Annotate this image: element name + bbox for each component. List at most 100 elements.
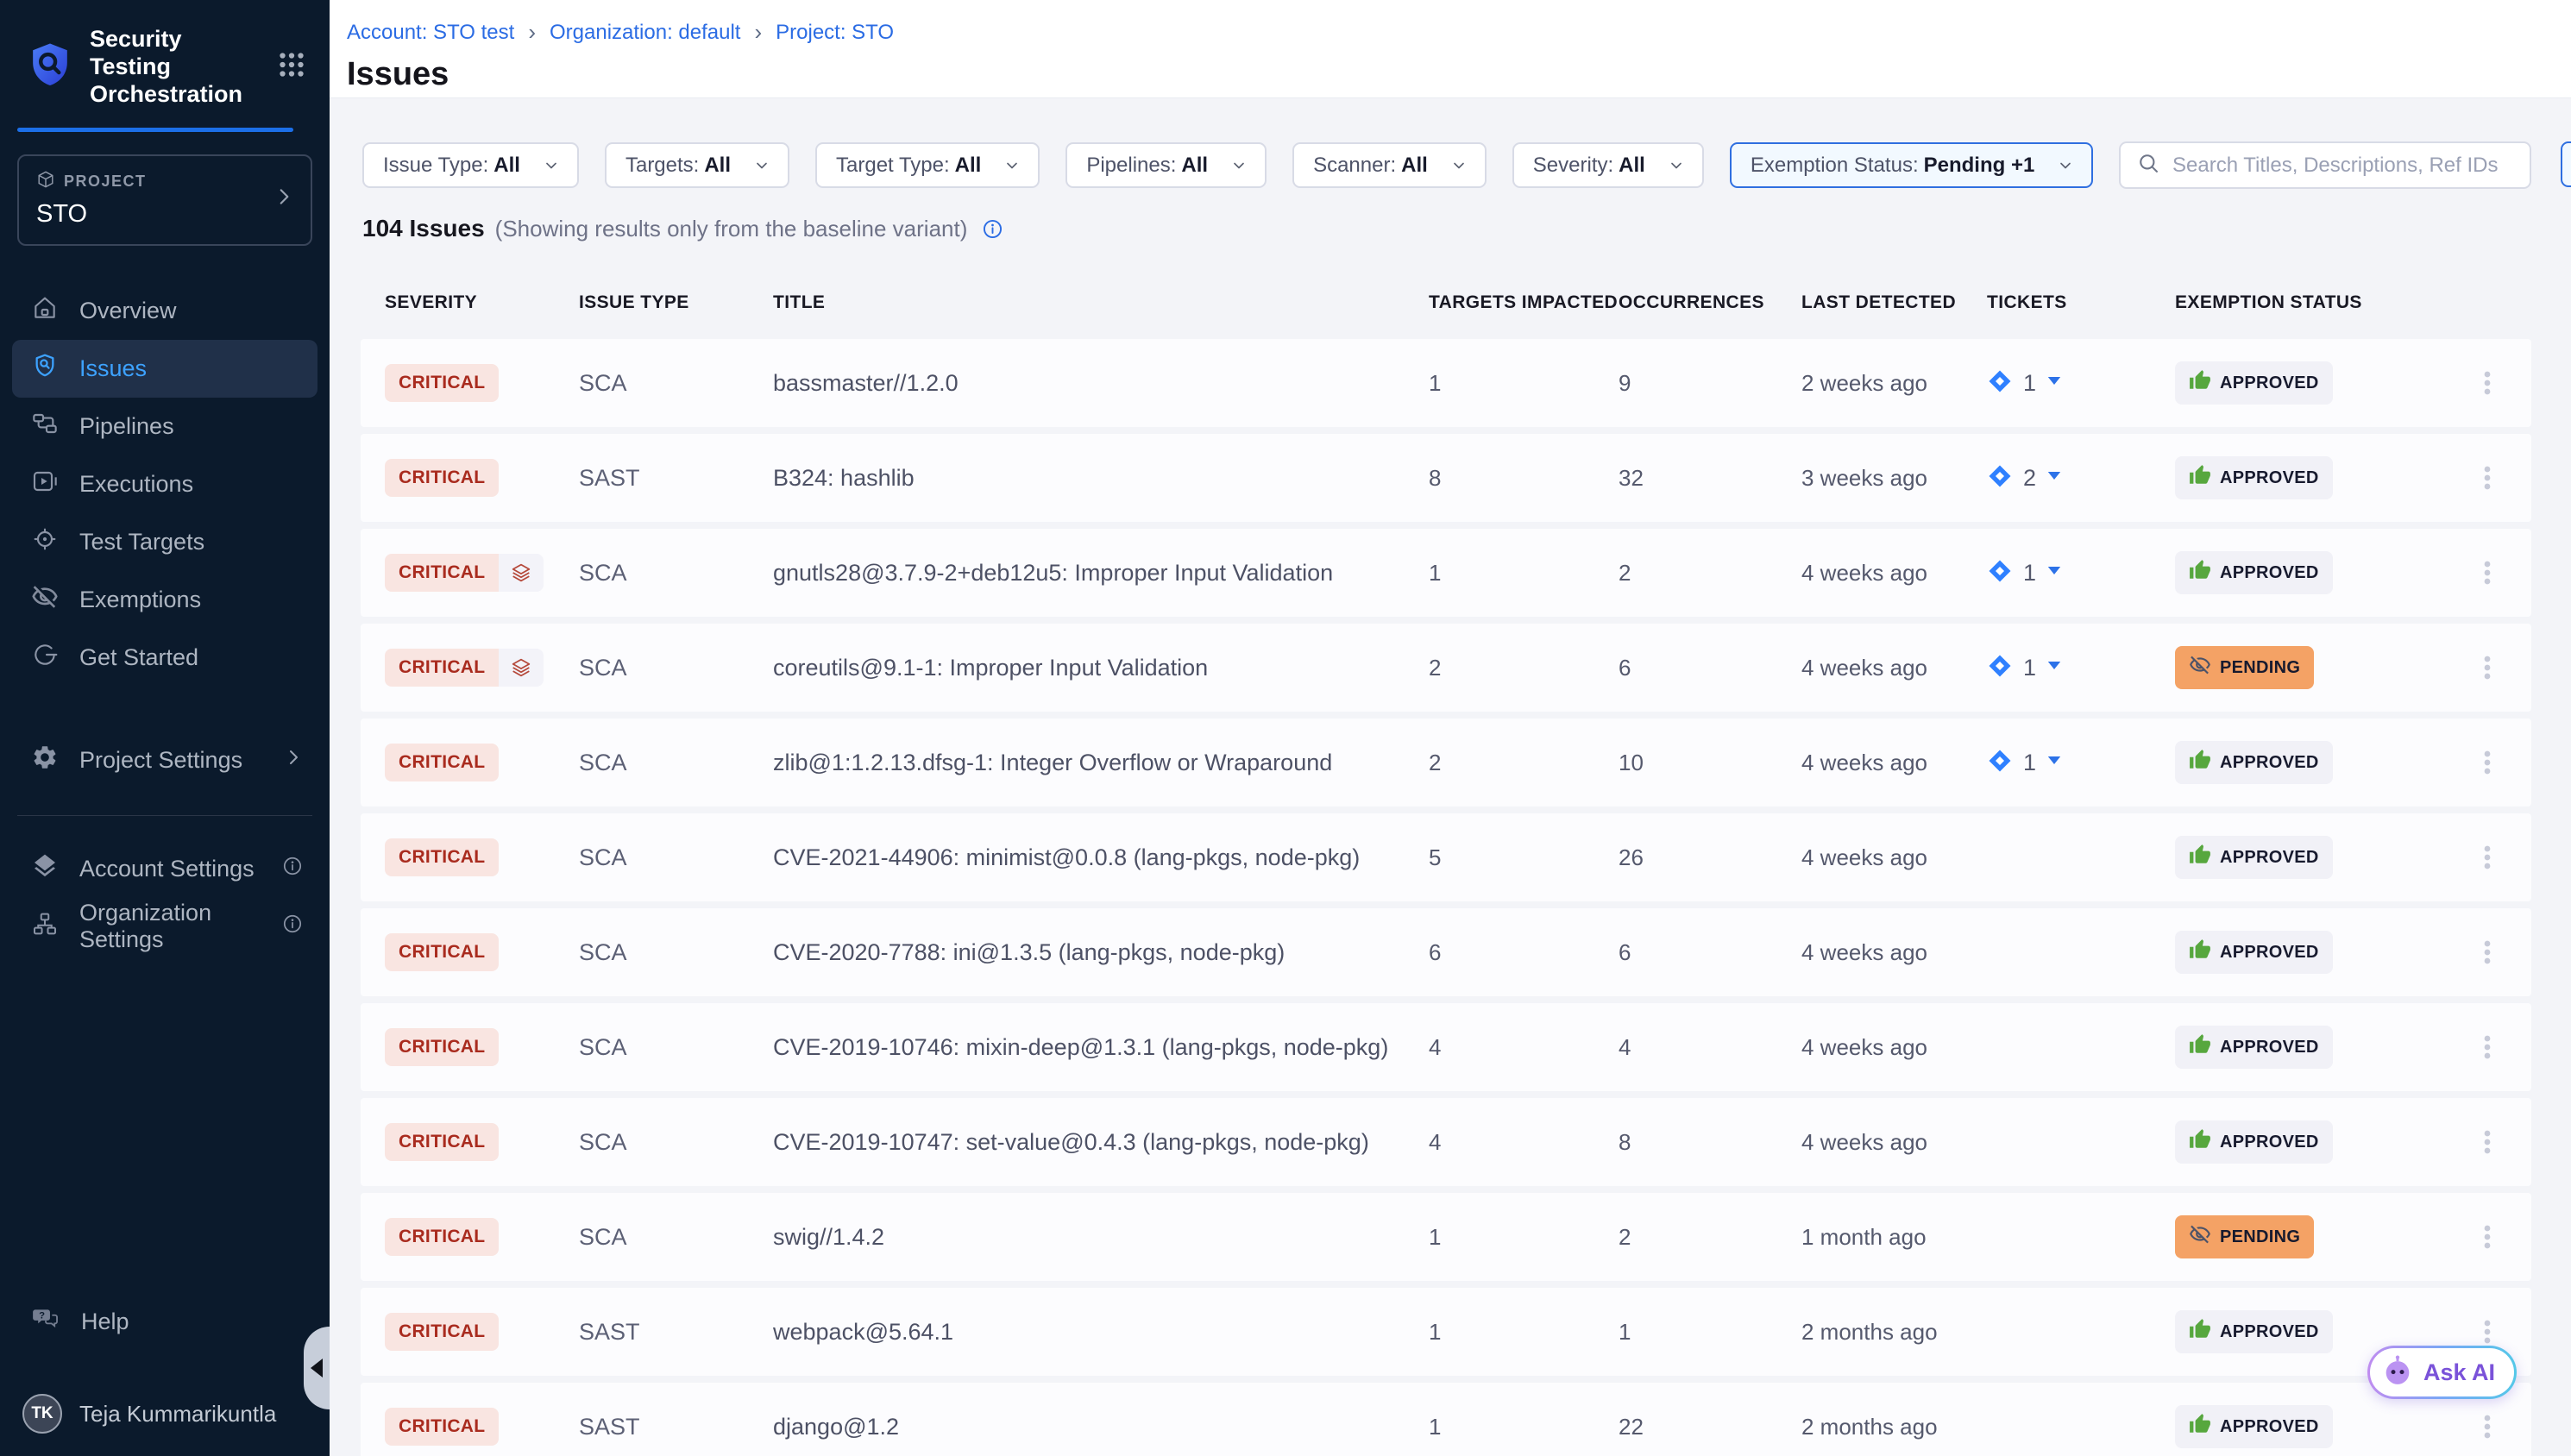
issue-row[interactable]: CRITICAL SCA CVE-2019-10747: set-value@0… [361, 1098, 2531, 1186]
row-menu-button[interactable] [2442, 1317, 2531, 1346]
filter-target-type[interactable]: Target Type:All [815, 142, 1040, 188]
sidebar-item-test-targets[interactable]: Test Targets [0, 513, 330, 571]
row-menu-button[interactable] [2442, 748, 2531, 777]
filter-pipelines[interactable]: Pipelines:All [1065, 142, 1267, 188]
last-detected-cell: 1 month ago [1801, 1224, 1987, 1251]
breadcrumb-project[interactable]: Project: STO [776, 21, 894, 45]
filter-scanner[interactable]: Scanner:All [1292, 142, 1487, 188]
severity-badge: CRITICAL [385, 933, 499, 971]
project-selector[interactable]: PROJECT STO [17, 154, 312, 246]
issues-table-body: CRITICAL SCA bassmaster//1.2.0 1 9 2 wee… [361, 339, 2531, 1456]
row-menu-button[interactable] [2442, 368, 2531, 398]
sidebar-collapse-handle[interactable] [304, 1327, 330, 1409]
issue-title-cell: B324: hashlib [773, 465, 1429, 492]
info-icon[interactable] [981, 217, 1004, 241]
breadcrumb-organization[interactable]: Organization: default [550, 21, 740, 45]
severity-badge: CRITICAL [385, 838, 499, 876]
filter-issue-type[interactable]: Issue Type:All [362, 142, 579, 188]
row-menu-button[interactable] [2442, 1412, 2531, 1441]
sidebar-item-organization-settings[interactable]: Organization Settings [0, 898, 330, 956]
results-summary: 104 Issues (Showing results only from th… [362, 215, 2571, 242]
targets-impacted-cell: 1 [1429, 1224, 1619, 1251]
row-menu-button[interactable] [2442, 843, 2531, 872]
severity-badge: CRITICAL [385, 649, 544, 687]
filter-exemption-status[interactable]: Exemption Status:Pending +1 [1730, 142, 2093, 188]
filter-value: Pending +1 [1924, 154, 2035, 177]
filter-severity[interactable]: Severity:All [1512, 142, 1704, 188]
issue-row[interactable]: CRITICAL SCA swig//1.4.2 1 2 1 month ago [361, 1193, 2531, 1281]
col-header-occurrences: OCCURRENCES [1619, 292, 1801, 313]
row-menu-button[interactable] [2442, 463, 2531, 493]
issue-row[interactable]: CRITICAL SAST webpack@5.64.1 1 1 2 month… [361, 1288, 2531, 1376]
issue-row[interactable]: CRITICAL SCA bassmaster//1.2.0 1 9 2 wee… [361, 339, 2531, 427]
ask-ai-label: Ask AI [2423, 1359, 2495, 1386]
filter-toolbar: Issue Type:All Targets:All Target Type:A… [362, 141, 2531, 189]
filter-label: Issue Type:All [383, 154, 520, 178]
last-detected-cell: 2 months ago [1801, 1319, 1987, 1346]
ticket-dropdown[interactable]: 1 [1987, 558, 2175, 588]
targets-impacted-cell: 6 [1429, 939, 1619, 966]
occurrences-cell: 26 [1619, 844, 1801, 871]
ticket-dropdown[interactable]: 1 [1987, 653, 2175, 683]
row-menu-button[interactable] [2442, 1032, 2531, 1062]
row-menu-button[interactable] [2442, 938, 2531, 967]
issue-row[interactable]: CRITICAL SAST django@1.2 1 22 2 months a… [361, 1383, 2531, 1456]
issue-row[interactable]: CRITICAL SCA CVE-2019-10746: mixin-deep@… [361, 1003, 2531, 1091]
sidebar-item-overview[interactable]: Overview [0, 282, 330, 340]
page-title: Issues [347, 56, 2571, 93]
ask-ai-button[interactable]: Ask AI [2367, 1346, 2517, 1399]
tickets-cell: 1 [1987, 748, 2175, 778]
sidebar-item-project-settings[interactable]: Project Settings [0, 731, 330, 789]
exemption-status-badge: APPROVED [2175, 931, 2333, 974]
table-header-row: SEVERITY ISSUE TYPE TITLE TARGETS IMPACT… [361, 292, 2531, 313]
user-menu[interactable]: TK Teja Kummarikuntla [0, 1394, 330, 1434]
last-detected-cell: 4 weeks ago [1801, 560, 1987, 587]
filter-targets[interactable]: Targets:All [605, 142, 789, 188]
targets-impacted-cell: 1 [1429, 1414, 1619, 1440]
tickets-cell [1987, 938, 2175, 968]
ticket-dropdown[interactable]: 2 [1987, 463, 2175, 493]
exemption-status-badge: PENDING [2175, 646, 2314, 689]
sidebar-item-exemptions[interactable]: Exemptions [0, 571, 330, 629]
help-button[interactable]: ? Help [0, 1294, 330, 1349]
search-input[interactable] [2172, 154, 2514, 178]
sidebar-item-pipelines[interactable]: Pipelines [0, 398, 330, 455]
sidebar-item-account-settings[interactable]: Account Settings [0, 840, 330, 898]
sidebar-item-get-started[interactable]: Get Started [0, 629, 330, 687]
sidebar-item-issues[interactable]: Issues [12, 340, 317, 398]
issue-row[interactable]: CRITICAL SAST B324: hashlib 8 32 3 weeks… [361, 434, 2531, 522]
ticket-dropdown[interactable]: 1 [1987, 748, 2175, 778]
sidebar-item-executions[interactable]: Executions [0, 455, 330, 513]
exemption-status-cell: APPROVED [2175, 361, 2442, 405]
clipped-filter-button[interactable] [2561, 141, 2571, 187]
breadcrumb-account[interactable]: Account: STO test [347, 21, 514, 45]
sidebar-bottom: ? Help TK Teja Kummarikuntla [0, 1294, 330, 1456]
ticket-dropdown[interactable]: 1 [1987, 368, 2175, 399]
row-menu-button[interactable] [2442, 1222, 2531, 1252]
info-icon[interactable] [281, 913, 304, 941]
search-box[interactable] [2119, 141, 2531, 189]
info-icon[interactable] [281, 855, 304, 883]
tickets-cell: 2 [1987, 463, 2175, 493]
severity-cell: CRITICAL [385, 933, 579, 971]
issue-title-cell: CVE-2019-10747: set-value@0.4.3 (lang-pk… [773, 1129, 1429, 1156]
issue-row[interactable]: CRITICAL SCA CVE-2020-7788: ini@1.3.5 (l… [361, 908, 2531, 996]
occurrences-cell: 8 [1619, 1129, 1801, 1156]
row-menu-button[interactable] [2442, 1127, 2531, 1157]
row-menu-button[interactable] [2442, 558, 2531, 587]
tickets-cell [1987, 1412, 2175, 1442]
app-grid-icon[interactable] [276, 49, 307, 85]
issue-row[interactable]: CRITICAL SCA zlib@1:1.2.13.dfsg-1: Integ… [361, 719, 2531, 806]
ai-robot-icon [2380, 1353, 2415, 1392]
issue-row[interactable]: CRITICAL SCA coreutils@9.1-1: Improper I… [361, 624, 2531, 712]
sidebar-divider [17, 815, 312, 816]
row-menu-button[interactable] [2442, 653, 2531, 682]
issue-row[interactable]: CRITICAL SCA gnutls28@3.7.9-2+deb12u5: I… [361, 529, 2531, 617]
issue-row[interactable]: CRITICAL SCA CVE-2021-44906: minimist@0.… [361, 813, 2531, 901]
last-detected-cell: 4 weeks ago [1801, 1129, 1987, 1156]
exemption-status-badge: APPROVED [2175, 836, 2333, 879]
layers-icon [499, 554, 544, 592]
tickets-cell [1987, 1222, 2175, 1252]
nav-label: Executions [79, 471, 193, 498]
project-name: STO [36, 200, 293, 229]
